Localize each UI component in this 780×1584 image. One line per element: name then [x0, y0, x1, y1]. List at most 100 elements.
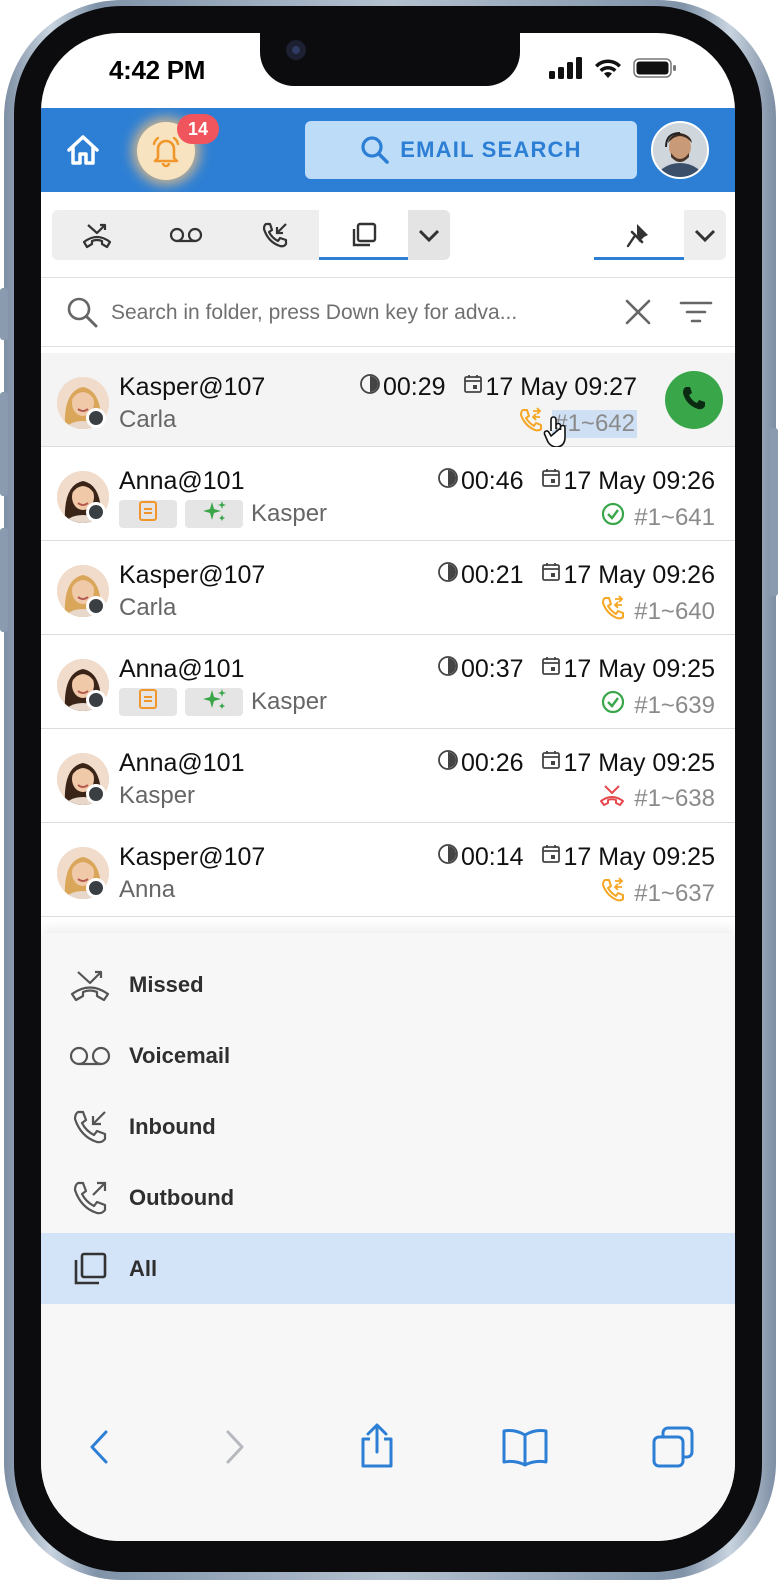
- duration-icon: [437, 467, 459, 496]
- tab-all[interactable]: [319, 210, 408, 260]
- call-row[interactable]: Kasper@107 Anna 00:14 17 May 09:25 #1~637: [41, 823, 735, 917]
- call-id: #1~641: [634, 503, 715, 531]
- home-icon: [67, 135, 99, 165]
- call-row[interactable]: Anna@101 Kasper 00:37 17 May 09:25 #1~639: [41, 635, 735, 729]
- sparkle-icon: [200, 499, 228, 530]
- chevron-down-icon: [418, 229, 440, 243]
- chevron-down-icon: [694, 229, 716, 243]
- outbound-icon: [67, 1176, 113, 1220]
- filter-dropdown-button[interactable]: [408, 210, 450, 260]
- presence-dot: [86, 596, 106, 616]
- calendar-icon: [540, 843, 562, 872]
- menu-item-voicemail[interactable]: Voicemail: [41, 1020, 735, 1091]
- call-duration: 00:26: [460, 749, 524, 777]
- tab-voicemail[interactable]: [141, 210, 230, 260]
- missed-call-icon: [598, 783, 626, 814]
- menu-item-label: All: [129, 1255, 158, 1281]
- caller-name: Kasper@107: [119, 843, 266, 871]
- call-filter-tabs: [52, 210, 450, 260]
- calendar-icon: [462, 373, 484, 402]
- forward-icon[interactable]: [223, 1429, 247, 1465]
- tabs-icon[interactable]: [651, 1425, 695, 1469]
- duration-icon: [359, 373, 381, 402]
- phone-side-button: [0, 288, 8, 340]
- call-duration: 00:37: [460, 655, 524, 683]
- callee: Kasper: [119, 688, 327, 716]
- filter-menu-sheet: Missed Voicemail Inbound Outbound All: [41, 933, 735, 1335]
- presence-dot: [86, 878, 106, 898]
- home-button[interactable]: [63, 130, 103, 170]
- call-transfer-icon: [600, 877, 626, 910]
- call-row[interactable]: Kasper@107 Carla 00:29 17 May 09:27 #1~642: [41, 353, 735, 448]
- call-row[interactable]: Kasper@107 Carla 00:21 17 May 09:26 #1~640: [41, 541, 735, 635]
- browser-toolbar: [41, 1335, 735, 1541]
- call-duration: 00:14: [460, 843, 524, 871]
- duration-icon: [437, 561, 459, 590]
- menu-item-label: Missed: [129, 971, 204, 997]
- share-icon[interactable]: [357, 1423, 397, 1469]
- menu-item-inbound[interactable]: Inbound: [41, 1091, 735, 1162]
- inbound-icon: [262, 222, 287, 248]
- search-icon: [67, 297, 98, 328]
- menu-item-label: Outbound: [129, 1184, 235, 1210]
- call-row[interactable]: Anna@101 Kasper 00:46 17 May 09:26 #1~641: [41, 447, 735, 541]
- transcript-chip[interactable]: [119, 500, 177, 528]
- callee-name: Kasper: [251, 688, 328, 715]
- bell-icon: [152, 136, 180, 168]
- duration-icon: [437, 843, 459, 872]
- phone-side-button: [0, 392, 8, 496]
- filter-icon[interactable]: [679, 297, 713, 327]
- close-icon[interactable]: [623, 297, 653, 327]
- callee: Kasper: [119, 500, 327, 528]
- call-id: #1~640: [634, 597, 715, 625]
- tools-dropdown-button[interactable]: [684, 210, 726, 260]
- menu-item-missed[interactable]: Missed: [41, 949, 735, 1020]
- back-icon[interactable]: [87, 1429, 111, 1465]
- callee-name: Kasper: [119, 782, 196, 809]
- menu-item-all[interactable]: All: [41, 1233, 735, 1304]
- call-transfer-icon: [518, 407, 544, 440]
- phone-side-button: [770, 428, 778, 596]
- calendar-icon: [540, 655, 562, 684]
- call-datetime: 17 May 09:26: [563, 467, 716, 495]
- all-icon: [352, 222, 376, 247]
- search-input[interactable]: [111, 293, 561, 333]
- call-id: #1~638: [634, 784, 715, 812]
- call-id: #1~637: [634, 879, 715, 907]
- ai-summary-chip[interactable]: [185, 688, 243, 716]
- call-datetime: 17 May 09:25: [563, 749, 716, 777]
- user-avatar[interactable]: [651, 121, 709, 179]
- app-header: 14 EMAIL SEARCH: [41, 108, 735, 192]
- calendar-icon: [540, 749, 562, 778]
- toolbar: [41, 192, 735, 278]
- call-id-line: #1~641: [600, 501, 715, 534]
- duration-icon: [437, 655, 459, 684]
- call-meta: 00:37 17 May 09:25: [437, 655, 715, 684]
- callee: Kasper: [119, 782, 195, 810]
- notification-badge: 14: [177, 114, 219, 144]
- missed-icon: [67, 963, 113, 1007]
- email-search-button[interactable]: EMAIL SEARCH: [305, 121, 637, 179]
- menu-item-label: Voicemail: [129, 1042, 231, 1068]
- call-row[interactable]: Anna@101 Kasper 00:26 17 May 09:25 #1~638: [41, 729, 735, 823]
- voicemail-icon: [67, 1034, 113, 1078]
- call-back-button[interactable]: [665, 371, 723, 429]
- presence-dot: [86, 502, 106, 522]
- status-icons: [549, 57, 677, 79]
- tab-inbound[interactable]: [230, 210, 319, 260]
- phone-icon: [680, 384, 708, 417]
- call-meta: 00:21 17 May 09:26: [437, 561, 715, 590]
- calendar-icon: [540, 561, 562, 590]
- ai-summary-chip[interactable]: [185, 500, 243, 528]
- menu-item-label: Inbound: [129, 1113, 216, 1139]
- caller-name: Kasper@107: [119, 561, 266, 589]
- menu-item-outbound[interactable]: Outbound: [41, 1162, 735, 1233]
- callee-name: Kasper: [251, 500, 328, 527]
- tab-missed[interactable]: [52, 210, 141, 260]
- transcript-chip[interactable]: [119, 688, 177, 716]
- call-meta: 00:14 17 May 09:25: [437, 843, 715, 872]
- caller-name: Kasper@107: [119, 373, 266, 401]
- inbound-icon: [67, 1105, 113, 1149]
- bookmarks-icon[interactable]: [501, 1427, 549, 1467]
- tab-pin-tool[interactable]: [594, 210, 684, 260]
